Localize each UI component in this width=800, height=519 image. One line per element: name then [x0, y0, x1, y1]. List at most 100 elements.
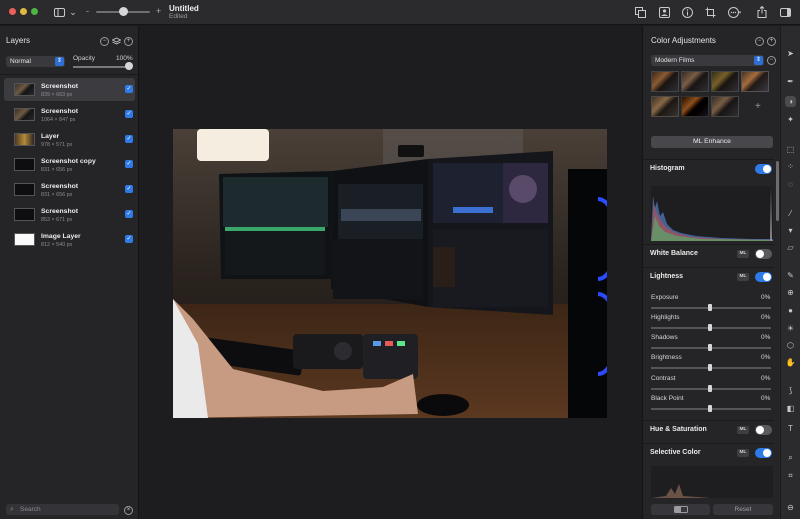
- chevron-updown-icon: ⇕: [754, 56, 763, 65]
- preset-thumbnail[interactable]: [681, 71, 709, 92]
- layer-row[interactable]: Screenshot 1064 × 847 px ✓: [4, 103, 135, 126]
- hue-saturation-toggle[interactable]: [755, 425, 772, 435]
- opacity-slider[interactable]: [73, 66, 131, 68]
- sparkle-icon[interactable]: ✦: [785, 114, 796, 125]
- remove-adjustment-icon[interactable]: −: [755, 37, 764, 46]
- exposure-slider-knob[interactable]: [708, 304, 712, 311]
- layer-row[interactable]: Image Layer 812 × 540 px ✓: [4, 228, 135, 251]
- document-title[interactable]: Untitled: [169, 4, 199, 13]
- ml-enhance-button[interactable]: ML Enhance: [651, 136, 773, 148]
- text-icon[interactable]: T: [785, 423, 796, 434]
- preset-thumbnail[interactable]: [711, 96, 739, 117]
- ml-badge[interactable]: ML: [737, 426, 749, 434]
- retouch-icon[interactable]: ⬡: [785, 340, 796, 351]
- selective-color-label: Selective Color: [650, 449, 701, 456]
- shadows-slider-knob[interactable]: [708, 344, 712, 351]
- vector-pen-icon[interactable]: ⟆: [785, 385, 796, 396]
- crop-icon[interactable]: [703, 5, 717, 19]
- blur-icon[interactable]: ●: [785, 305, 796, 316]
- ml-badge[interactable]: ML: [737, 273, 749, 281]
- brightness-slider-knob[interactable]: [708, 364, 712, 371]
- layer-size: 831 × 656 px: [41, 167, 73, 173]
- remove-layer-icon[interactable]: −: [100, 37, 109, 46]
- info-icon[interactable]: [680, 5, 694, 19]
- layer-visibility-checkbox[interactable]: ✓: [125, 160, 133, 168]
- hand-icon[interactable]: ✋: [785, 357, 796, 368]
- shapes-icon[interactable]: ◧: [785, 403, 796, 414]
- contrast-slider-knob[interactable]: [708, 385, 712, 392]
- zoom-icon[interactable]: ⌕: [785, 452, 796, 463]
- brush-icon[interactable]: ⁄: [785, 208, 796, 219]
- layer-name: Screenshot: [41, 83, 79, 90]
- image-icon[interactable]: [657, 5, 671, 19]
- layer-visibility-checkbox[interactable]: ✓: [125, 235, 133, 243]
- zoom-in-icon[interactable]: +: [156, 6, 161, 16]
- panel-scrollbar[interactable]: [776, 161, 779, 221]
- layer-row[interactable]: Screenshot 831 × 656 px ✓: [4, 178, 135, 201]
- preset-options-icon[interactable]: −: [767, 56, 776, 65]
- more-icon[interactable]: [727, 5, 741, 19]
- share-icon[interactable]: [755, 5, 769, 19]
- reset-button[interactable]: Reset: [713, 504, 773, 515]
- paint-bucket-icon[interactable]: ▾: [785, 225, 796, 236]
- sidebar-toggle-icon[interactable]: [52, 5, 66, 19]
- histogram-toggle[interactable]: [755, 164, 772, 174]
- layer-row[interactable]: Screenshot copy 831 × 656 px ✓: [4, 153, 135, 176]
- canvas-image[interactable]: [173, 129, 607, 418]
- divider: [0, 74, 138, 75]
- preset-thumbnail[interactable]: [741, 71, 769, 92]
- clear-search-icon[interactable]: ×: [124, 506, 133, 515]
- clone-stamp-icon[interactable]: ⊕: [785, 287, 796, 298]
- color-adjust-icon[interactable]: ◑: [785, 96, 796, 107]
- add-preset-icon[interactable]: +: [755, 101, 761, 112]
- preset-thumbnail[interactable]: [651, 71, 679, 92]
- lightness-label: Lightness: [650, 273, 684, 280]
- layer-visibility-checkbox[interactable]: ✓: [125, 185, 133, 193]
- light-icon[interactable]: ☀: [785, 323, 796, 334]
- preset-thumbnail[interactable]: [651, 96, 679, 117]
- ml-badge[interactable]: ML: [737, 449, 749, 457]
- layer-search-input[interactable]: ⌕ Search: [6, 504, 119, 515]
- highlights-slider-knob[interactable]: [708, 324, 712, 331]
- desk-setup-photo: [173, 129, 607, 418]
- chevron-down-icon[interactable]: ⌄: [66, 5, 80, 19]
- layer-row[interactable]: Screenshot 853 × 671 px ✓: [4, 203, 135, 226]
- ml-badge[interactable]: ML: [737, 250, 749, 258]
- add-layer-icon[interactable]: +: [124, 37, 133, 46]
- white-balance-toggle[interactable]: [755, 249, 772, 259]
- arrow-pointer-icon[interactable]: ➤: [785, 48, 796, 59]
- preset-thumbnail[interactable]: [711, 71, 739, 92]
- opacity-slider-knob[interactable]: [125, 62, 133, 70]
- minimize-window-button[interactable]: [20, 8, 27, 15]
- more-tools-icon[interactable]: ⊖: [785, 502, 796, 513]
- close-window-button[interactable]: [9, 8, 16, 15]
- arrange-icon[interactable]: [633, 5, 647, 19]
- selective-color-toggle[interactable]: [755, 448, 772, 458]
- rect-select-icon[interactable]: ⬚: [785, 144, 796, 155]
- layer-visibility-checkbox[interactable]: ✓: [125, 85, 133, 93]
- black-point-slider-knob[interactable]: [708, 405, 712, 412]
- layer-visibility-checkbox[interactable]: ✓: [125, 135, 133, 143]
- preset-thumbnail[interactable]: [681, 96, 709, 117]
- pen-nib-icon[interactable]: ✒: [785, 76, 796, 87]
- layer-row[interactable]: Screenshot 839 × 663 px ✓: [4, 78, 135, 101]
- crop-tool-icon[interactable]: ⌗: [785, 470, 796, 481]
- magic-wand-icon[interactable]: ⁘: [785, 161, 796, 172]
- preset-select[interactable]: Modern Films ⇕: [651, 55, 764, 66]
- pencil-icon[interactable]: ✎: [785, 270, 796, 281]
- layer-visibility-checkbox[interactable]: ✓: [125, 110, 133, 118]
- blend-mode-select[interactable]: Normal ⇕: [6, 56, 65, 67]
- inspector-toggle-icon[interactable]: [778, 5, 792, 19]
- add-adjustment-icon[interactable]: +: [767, 37, 776, 46]
- compare-button[interactable]: [651, 504, 710, 515]
- eraser-icon[interactable]: ▱: [785, 242, 796, 253]
- layer-name: Screenshot: [41, 208, 79, 215]
- zoom-slider-knob[interactable]: [119, 7, 128, 16]
- lightness-toggle[interactable]: [755, 272, 772, 282]
- zoom-out-icon[interactable]: -: [86, 6, 89, 16]
- layer-visibility-checkbox[interactable]: ✓: [125, 210, 133, 218]
- zoom-window-button[interactable]: [31, 8, 38, 15]
- layers-stack-icon[interactable]: [111, 37, 122, 46]
- lasso-icon[interactable]: ◌: [785, 179, 796, 190]
- layer-row[interactable]: Layer 978 × 571 px ✓: [4, 128, 135, 151]
